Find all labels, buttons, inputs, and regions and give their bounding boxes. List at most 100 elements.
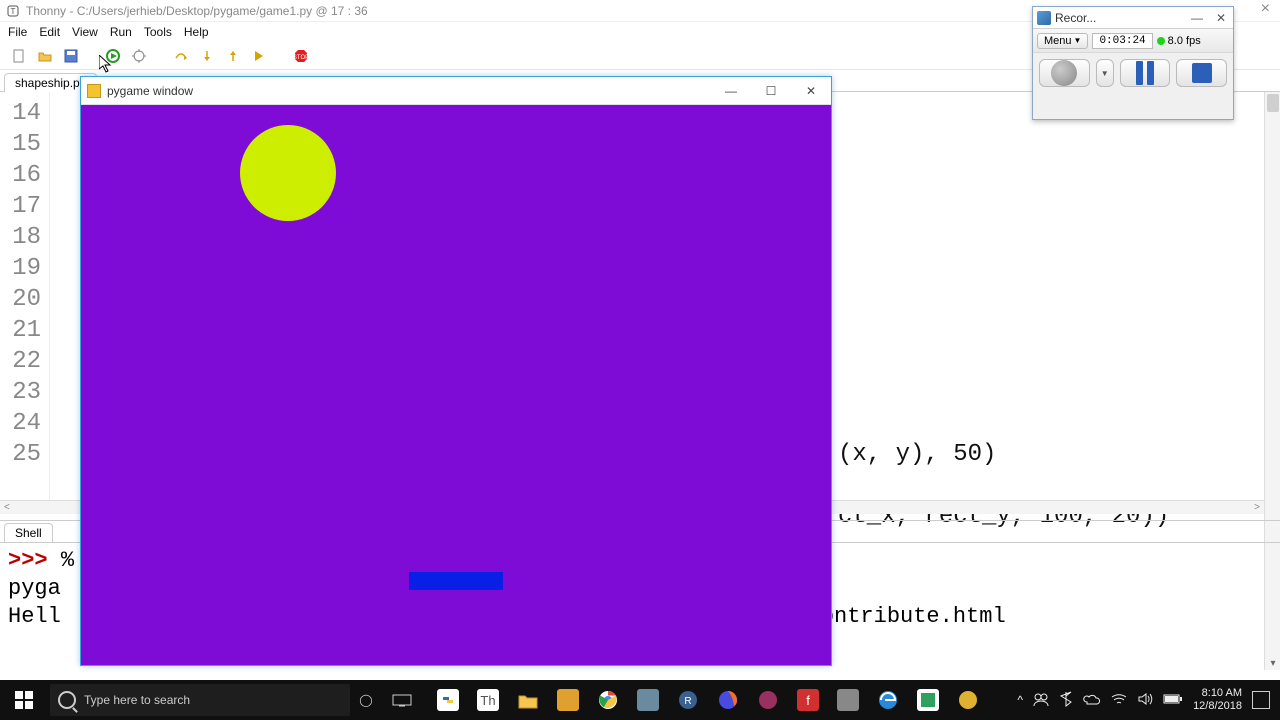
menu-help[interactable]: Help: [184, 25, 209, 39]
debug-icon[interactable]: [130, 47, 148, 65]
recorder-app-icon: [1037, 11, 1051, 25]
clock-date: 12/8/2018: [1193, 700, 1242, 713]
menu-view[interactable]: View: [72, 25, 98, 39]
taskbar-search[interactable]: Type here to search: [50, 684, 350, 716]
taskbar-app-firefox[interactable]: [708, 680, 748, 720]
window-close-icon[interactable]: ×: [1261, 0, 1270, 18]
pause-button[interactable]: [1120, 59, 1171, 87]
taskbar-app-generic2[interactable]: R: [668, 680, 708, 720]
scroll-thumb[interactable]: [1267, 94, 1279, 112]
taskbar-app-explorer[interactable]: [508, 680, 548, 720]
shell-line-right: ontribute.html: [821, 604, 1006, 629]
line-number: 15: [0, 129, 41, 160]
svg-text:Th: Th: [480, 693, 495, 708]
recorder-toolbar: Menu▼ 0:03:24 8.0 fps: [1033, 29, 1233, 53]
tray-wifi-icon[interactable]: [1111, 692, 1127, 709]
recorder-window: Recor... — ✕ Menu▼ 0:03:24 8.0 fps ▼: [1032, 6, 1234, 120]
step-over-icon[interactable]: [172, 47, 190, 65]
new-file-icon[interactable]: [10, 47, 28, 65]
pygame-app-icon: [87, 84, 101, 98]
step-out-icon[interactable]: [224, 47, 242, 65]
game-ball: [240, 125, 336, 221]
pygame-window-title: pygame window: [107, 84, 711, 98]
line-number: 14: [0, 98, 41, 129]
line-number: 20: [0, 284, 41, 315]
taskbar-app-python[interactable]: [428, 680, 468, 720]
recorder-titlebar[interactable]: Recor... — ✕: [1033, 7, 1233, 29]
scroll-left-icon[interactable]: <: [4, 502, 10, 513]
taskbar-app-generic6[interactable]: [908, 680, 948, 720]
resume-icon[interactable]: [250, 47, 268, 65]
menu-edit[interactable]: Edit: [39, 25, 60, 39]
recorder-title: Recor...: [1055, 11, 1096, 25]
search-placeholder: Type here to search: [84, 693, 190, 707]
menu-run[interactable]: Run: [110, 25, 132, 39]
tray-chevron-icon[interactable]: ^: [1017, 693, 1023, 707]
start-button[interactable]: [0, 680, 48, 720]
taskbar-app-generic1[interactable]: [628, 680, 668, 720]
svg-text:f: f: [806, 693, 810, 708]
tray-volume-icon[interactable]: [1137, 692, 1153, 709]
line-number: 17: [0, 191, 41, 222]
recorder-close[interactable]: ✕: [1209, 11, 1233, 25]
close-button[interactable]: ✕: [791, 77, 831, 105]
stop-square-icon: [1192, 63, 1212, 83]
pygame-titlebar[interactable]: pygame window — ☐ ✕: [81, 77, 831, 105]
taskbar-clock[interactable]: 8:10 AM 12/8/2018: [1193, 687, 1242, 713]
svg-text:STOP: STOP: [293, 55, 309, 61]
taskbar-app-thonny[interactable]: Th: [468, 680, 508, 720]
shell-line: pyga: [8, 576, 61, 601]
line-number: 22: [0, 346, 41, 377]
step-into-icon[interactable]: [198, 47, 216, 65]
svg-text:R: R: [684, 696, 691, 707]
tray-onedrive-icon[interactable]: [1083, 692, 1101, 709]
svg-text:T: T: [11, 7, 16, 16]
line-number: 25: [0, 439, 41, 470]
tray-bluetooth-icon[interactable]: [1059, 691, 1073, 710]
menu-file[interactable]: File: [8, 25, 27, 39]
save-file-icon[interactable]: [62, 47, 80, 65]
open-file-icon[interactable]: [36, 47, 54, 65]
taskbar-app-generic3[interactable]: [748, 680, 788, 720]
shell-line: Hell: [8, 604, 61, 629]
minimize-button[interactable]: —: [711, 77, 751, 105]
search-icon: [58, 691, 76, 709]
recorder-minimize[interactable]: —: [1185, 11, 1209, 25]
line-number: 21: [0, 315, 41, 346]
clock-time: 8:10 AM: [1193, 687, 1242, 700]
taskbar-app-generic4[interactable]: f: [788, 680, 828, 720]
record-icon: [1051, 60, 1077, 86]
record-button[interactable]: [1039, 59, 1090, 87]
maximize-button[interactable]: ☐: [751, 77, 791, 105]
taskbar-app-recorder[interactable]: [948, 680, 988, 720]
tray-people-icon[interactable]: [1033, 691, 1049, 710]
recording-led-icon: [1157, 37, 1165, 45]
line-number: 19: [0, 253, 41, 284]
pygame-canvas: [81, 105, 831, 665]
game-paddle: [409, 572, 503, 590]
run-icon[interactable]: [104, 47, 122, 65]
pygame-window: pygame window — ☐ ✕: [80, 76, 832, 666]
thonny-app-icon: T: [6, 4, 20, 18]
action-center-icon[interactable]: [1252, 691, 1270, 709]
taskbar-app-generic5[interactable]: [828, 680, 868, 720]
system-tray: ^ 8:10 AM 12/8/2018: [1017, 687, 1280, 713]
taskbar-app-sublime[interactable]: [548, 680, 588, 720]
record-dropdown[interactable]: ▼: [1096, 59, 1114, 87]
line-number: 24: [0, 408, 41, 439]
shell-tab[interactable]: Shell: [4, 523, 53, 542]
taskbar-app-edge[interactable]: [868, 680, 908, 720]
scroll-right-icon[interactable]: >: [1254, 502, 1260, 513]
taskbar-app-chrome[interactable]: [588, 680, 628, 720]
stop-button[interactable]: [1176, 59, 1227, 87]
stop-icon[interactable]: STOP: [292, 47, 310, 65]
pause-icon: [1136, 61, 1154, 85]
tray-battery-icon[interactable]: [1163, 693, 1183, 708]
task-view-icon[interactable]: [382, 692, 422, 708]
cortana-mic-icon[interactable]: ◯: [350, 693, 382, 707]
line-number: 23: [0, 377, 41, 408]
menu-tools[interactable]: Tools: [144, 25, 172, 39]
line-number: 18: [0, 222, 41, 253]
taskbar: Type here to search ◯ Th R f ^ 8:10 AM 1…: [0, 680, 1280, 720]
recorder-menu-dropdown[interactable]: Menu▼: [1037, 33, 1088, 49]
